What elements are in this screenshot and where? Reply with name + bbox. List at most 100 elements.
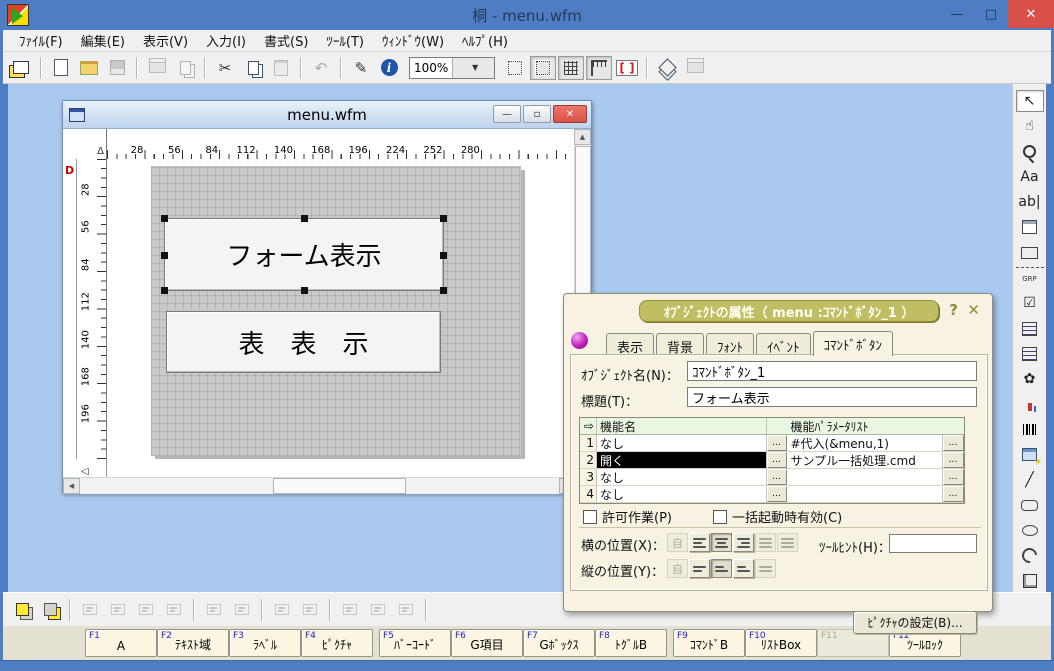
selection-handle[interactable] <box>440 215 447 222</box>
edit-pencil-icon[interactable]: ✎ <box>348 56 374 80</box>
tab-event[interactable]: ｲﾍﾞﾝﾄ <box>756 333 811 355</box>
なし[interactable]: 1 なし … #代入(&menu,1) … <box>580 435 964 452</box>
check-radio-tool[interactable]: ☑ <box>1016 292 1044 314</box>
picture-settings-button[interactable]: ﾋﾟｸﾁｬの設定(B)... <box>853 611 977 634</box>
line-tool[interactable]: ╱ <box>1016 469 1044 491</box>
menu-input[interactable]: 入力(I) <box>198 29 254 52</box>
object-tool[interactable] <box>1016 570 1044 592</box>
param-more-button[interactable]: … <box>943 435 964 451</box>
picture-tool[interactable]: ✿ <box>1016 368 1044 390</box>
rectangle-tool[interactable] <box>1016 242 1044 264</box>
permit-work-checkbox[interactable]: 許可作業(P) <box>583 507 672 526</box>
brackets-icon[interactable] <box>614 56 640 80</box>
item[interactable]: F6 G項目 <box>451 629 523 657</box>
list-box-tool[interactable] <box>1016 317 1044 339</box>
pointer-tool[interactable]: ↖ <box>1016 90 1044 112</box>
tab-display[interactable]: 表示 <box>606 333 654 355</box>
selection-handle[interactable] <box>161 215 168 222</box>
grid-toggle-icon[interactable] <box>558 56 584 80</box>
canvas-command-button-2[interactable]: 表 表 示 <box>166 311 441 373</box>
batch-startup-checkbox[interactable]: 一括起動時有効(C) <box>713 507 842 526</box>
item[interactable]: F1 A <box>85 629 157 657</box>
send-to-back-icon[interactable] <box>37 598 63 622</box>
なし[interactable]: 3 なし … … <box>580 469 964 486</box>
close-button[interactable]: ✕ <box>1008 0 1054 28</box>
dialog-close-button[interactable]: ✕ <box>967 301 980 319</box>
roundrect-tool[interactable] <box>1016 494 1044 516</box>
item[interactable]: F2 ﾃｷｽﾄ域 <box>157 629 229 657</box>
tab-font[interactable]: ﾌｫﾝﾄ <box>706 333 754 355</box>
snap-off-icon[interactable] <box>502 56 528 80</box>
tooltip-input[interactable] <box>889 534 977 553</box>
form-window-icon[interactable] <box>8 56 34 80</box>
caption-input[interactable]: フォーム表示 <box>687 387 977 407</box>
chart-tool[interactable] <box>1016 393 1044 415</box>
tab-command-button[interactable]: ｺﾏﾝﾄﾞﾎﾞﾀﾝ <box>813 331 894 356</box>
ellipse-tool[interactable] <box>1016 519 1044 541</box>
menu-edit[interactable]: 編集(E) <box>73 29 133 52</box>
valign-middle-button[interactable] <box>711 559 732 578</box>
font-tool[interactable]: Aa <box>1016 166 1044 188</box>
menu-view[interactable]: 表示(V) <box>135 29 196 52</box>
chevron-down-icon[interactable]: ▼ <box>452 58 495 78</box>
item[interactable]: F8 ﾄｸﾞﾙB <box>595 629 667 657</box>
valign-bottom-button[interactable] <box>733 559 754 578</box>
group-box-tool[interactable]: GRP <box>1016 267 1044 289</box>
bring-to-front-icon[interactable] <box>9 598 35 622</box>
menu-help[interactable]: ﾍﾙﾌﾟ(H) <box>454 29 516 52</box>
help-button[interactable]: ? <box>949 301 958 319</box>
combo-box-tool[interactable] <box>1016 343 1044 365</box>
open-file-icon[interactable] <box>76 56 102 80</box>
selection-handle[interactable] <box>440 287 447 294</box>
zoom-tool[interactable] <box>1016 141 1044 163</box>
selection-handle[interactable] <box>301 215 308 222</box>
selection-handle[interactable] <box>161 287 168 294</box>
item[interactable]: F7 Gﾎﾞｯｸｽ <box>523 629 595 657</box>
param-more-button[interactable]: … <box>943 469 964 485</box>
maximize-button[interactable]: □ <box>974 0 1008 28</box>
cut-icon[interactable]: ✂ <box>212 56 238 80</box>
halign-center-button[interactable] <box>711 533 732 552</box>
tab-background[interactable]: 背景 <box>656 333 704 355</box>
menu-tools[interactable]: ﾂｰﾙ(T) <box>318 29 372 52</box>
item-frame-tool[interactable] <box>1016 216 1044 238</box>
horizontal-scroll-thumb[interactable] <box>273 478 406 494</box>
ruler-toggle-icon[interactable] <box>586 56 612 80</box>
canvas-command-button-1[interactable]: フォーム表示 <box>164 218 444 291</box>
minimize-button[interactable]: — <box>940 0 974 28</box>
function-more-button[interactable]: … <box>767 452 788 468</box>
menu-file[interactable]: ﾌｧｲﾙ(F) <box>11 29 71 52</box>
object-attributes-icon[interactable] <box>376 56 402 80</box>
new-file-icon[interactable] <box>48 56 74 80</box>
barcode-tool[interactable] <box>1016 418 1044 440</box>
function-more-button[interactable]: … <box>767 435 788 451</box>
selection-handle[interactable] <box>161 252 168 259</box>
item[interactable]: F10 ﾘｽﾄBox <box>745 629 817 657</box>
halign-right-button[interactable] <box>733 533 754 552</box>
subform-tool[interactable] <box>1016 444 1044 466</box>
function-more-button[interactable]: … <box>767 469 788 485</box>
function-more-button[interactable]: … <box>767 486 788 502</box>
scroll-up-button[interactable]: ▲ <box>574 129 591 145</box>
item[interactable]: F3 ﾗﾍﾞﾙ <box>229 629 301 657</box>
item[interactable]: F4 ﾋﾟｸﾁｬ <box>301 629 373 657</box>
doc-minimize-button[interactable]: — <box>493 105 521 123</box>
document-title-bar[interactable]: menu.wfm — ▫ ✕ <box>63 101 591 129</box>
form-grid[interactable]: フォーム表示 表 表 示 <box>151 166 521 456</box>
hand-tool[interactable]: ☝ <box>1016 115 1044 137</box>
menu-window[interactable]: ｳｨﾝﾄﾞｳ(W) <box>374 29 452 52</box>
item[interactable]: F9 ｺﾏﾝﾄﾞB <box>673 629 745 657</box>
zoom-combobox[interactable]: 100% ▼ <box>409 57 495 79</box>
layers-icon[interactable] <box>654 56 680 80</box>
item[interactable]: F5 ﾊﾞｰｺｰﾄﾞ <box>379 629 451 657</box>
doc-close-button[interactable]: ✕ <box>553 105 587 123</box>
horizontal-scrollbar[interactable]: ◀ ▶ <box>63 477 576 494</box>
なし[interactable]: 4 なし … … <box>580 486 964 503</box>
param-more-button[interactable]: … <box>943 486 964 502</box>
copy-icon[interactable] <box>240 56 266 80</box>
form-canvas[interactable]: フォーム表示 表 表 示 <box>107 159 576 459</box>
valign-top-button[interactable] <box>689 559 710 578</box>
開く[interactable]: 2 開く … サンプル一括処理.cmd … <box>580 452 964 469</box>
snap-on-icon[interactable] <box>530 56 556 80</box>
menu-format[interactable]: 書式(S) <box>256 29 316 52</box>
